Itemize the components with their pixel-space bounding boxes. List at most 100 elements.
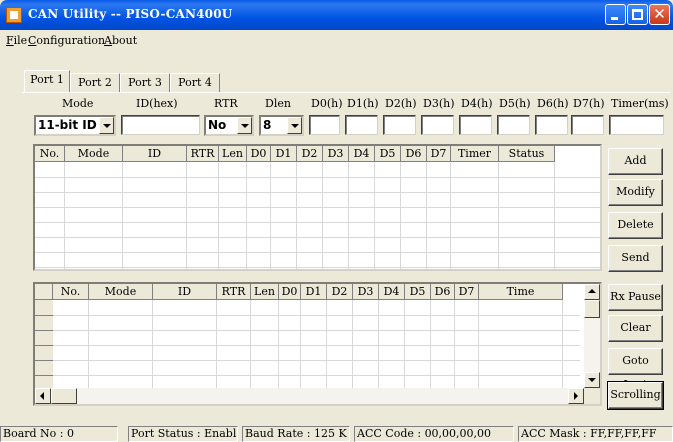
grid-line [186,162,187,269]
column-header[interactable]: D6 [401,146,427,162]
d3-label: D3(h) [423,97,455,110]
timer-input[interactable] [609,115,664,135]
id-label: ID(hex) [136,97,178,110]
d6-input[interactable] [535,115,568,135]
menu-about[interactable]: About [104,34,137,47]
id-input[interactable] [121,115,200,135]
goto-last-button[interactable]: Goto Last [608,348,663,391]
column-header[interactable]: No. [35,146,65,162]
d1-label: D1(h) [347,97,379,110]
maximize-icon [632,9,643,20]
column-header[interactable]: ID [123,146,187,162]
chevron-down-icon[interactable] [287,117,302,134]
column-header[interactable]: Len [251,284,279,300]
scrolling-button[interactable]: Scrolling [608,382,663,409]
column-header[interactable]: RTR [217,284,251,300]
column-header[interactable]: D1 [301,284,327,300]
scroll-down-icon[interactable] [584,372,600,388]
status-board: Board No : 0 [0,426,118,442]
column-header[interactable]: Time Stamps(s) [479,284,563,300]
menu-file[interactable]: File [6,34,27,47]
d1-input[interactable] [345,115,378,135]
dlen-value: 8 [263,118,272,132]
grid-line [122,162,123,269]
status-bar: Board No : 0 Port Status : Enable Baud R… [0,424,673,442]
column-header[interactable]: D5 [405,284,431,300]
grid-line [35,330,580,331]
mode-select[interactable]: 11-bit ID [34,115,116,136]
maximize-button[interactable] [627,4,648,25]
delete-button[interactable]: Delete [608,212,663,239]
rx-pause-button[interactable]: Rx Pause [608,284,663,311]
send-list[interactable]: No. Mode ID RTR Len D0 D1 D2 D3 D4 D5 D6 D7 Timer Stat… [33,144,602,271]
grid-line [426,162,427,269]
grid-line [35,207,600,208]
column-header[interactable]: Status [499,146,555,162]
chevron-down-icon[interactable] [99,117,114,134]
column-header[interactable]: D7 [427,146,451,162]
d0-label: D0(h) [311,97,343,110]
tab-port-4[interactable]: Port 4 [170,73,220,93]
tab-port-1[interactable]: Port 1 [24,70,70,92]
scroll-corner [584,388,600,404]
scroll-left-icon[interactable] [35,388,51,404]
column-header[interactable]: D4 [349,146,375,162]
modify-button[interactable]: Modify [608,179,663,206]
grid-line [450,162,451,269]
d3-input[interactable] [421,115,454,135]
d2-input[interactable] [383,115,416,135]
scroll-thumb[interactable] [584,300,600,318]
column-header[interactable]: D0 [247,146,271,162]
row-header-line [35,360,53,361]
grid-line [35,360,580,361]
scroll-right-icon[interactable] [568,388,584,404]
mode-label: Mode [62,97,94,110]
chevron-down-icon[interactable] [237,117,252,134]
d5-label: D5(h) [499,97,531,110]
minimize-button[interactable] [605,4,626,25]
add-button[interactable]: Add [608,148,663,175]
menu-configuration[interactable]: Configuration [28,34,105,47]
column-header[interactable]: RTR [187,146,219,162]
horizontal-scrollbar[interactable] [35,388,584,404]
column-header[interactable]: D5 [375,146,401,162]
corner-header [35,284,53,300]
column-header[interactable]: Len [219,146,247,162]
column-header[interactable]: D4 [379,284,405,300]
grid-line [554,162,555,269]
tab-port-2[interactable]: Port 2 [70,73,120,93]
status-acc-code: ACC Code : 00,00,00,00 [354,426,514,442]
d4-input[interactable] [459,115,492,135]
column-header[interactable]: D2 [297,146,323,162]
column-header[interactable]: D0 [279,284,301,300]
grid-line [400,162,401,269]
tab-port-3[interactable]: Port 3 [120,73,170,93]
column-header[interactable]: D7 [455,284,479,300]
d5-input[interactable] [497,115,530,135]
title-bar[interactable]: CAN Utility -- PISO-CAN400U ✕ [0,0,673,30]
column-header[interactable]: D2 [327,284,353,300]
column-header[interactable]: D1 [271,146,297,162]
column-header[interactable]: D6 [431,284,455,300]
d0-input[interactable] [309,115,340,135]
rtr-select[interactable]: No [204,115,254,136]
close-icon: ✕ [653,5,666,23]
column-header[interactable]: D3 [323,146,349,162]
close-button[interactable]: ✕ [649,4,670,25]
send-button[interactable]: Send [608,245,663,272]
column-header[interactable]: No. [53,284,89,300]
scroll-h-thumb[interactable] [51,388,77,404]
column-header[interactable]: D3 [353,284,379,300]
column-header[interactable]: Mode [65,146,123,162]
column-header[interactable]: Timer [451,146,499,162]
receive-list[interactable]: No.ModeIDRTRLenD0D1D2D3D4D5D6D7Time Stam… [33,282,602,406]
grid-line [498,162,499,269]
column-header[interactable]: ID [153,284,217,300]
grid-line [64,162,65,269]
dlen-select[interactable]: 8 [259,115,304,136]
clear-button[interactable]: Clear [608,315,663,342]
column-header[interactable]: Mode [89,284,153,300]
d7-input[interactable] [571,115,604,135]
scroll-up-icon[interactable] [584,284,600,300]
d7-label: D7(h) [573,97,605,110]
